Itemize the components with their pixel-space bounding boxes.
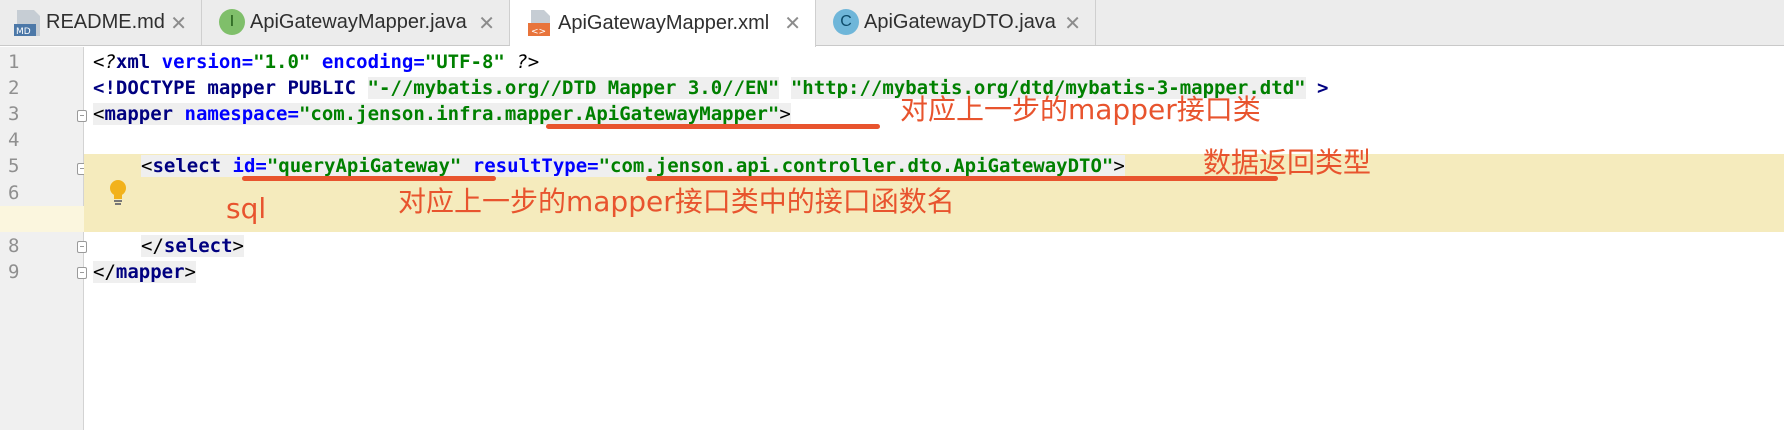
tab-label: ApiGatewayMapper.java — [250, 11, 467, 33]
line-number: 9 — [8, 261, 20, 283]
line-number: 6 — [8, 182, 20, 204]
xml-file-icon: <> — [528, 10, 550, 37]
close-tab-icon[interactable]: ✕ — [170, 11, 187, 36]
lightbulb-icon[interactable] — [106, 178, 130, 208]
line-number: 4 — [8, 129, 20, 151]
line-number: 2 — [8, 77, 20, 99]
svg-text:<>: <> — [531, 27, 546, 37]
line-number: 1 — [8, 51, 20, 73]
annotation-sql: sql — [226, 192, 267, 225]
annotation-return-type: 数据返回类型 — [1203, 146, 1372, 179]
tab-label: ApiGatewayDTO.java — [864, 11, 1056, 33]
annotation-underline-namespace — [546, 124, 880, 129]
tab-apigatewaymapper-java[interactable]: I ApiGatewayMapper.java ✕ — [202, 0, 510, 45]
interface-icon: I — [219, 9, 245, 35]
close-tab-icon[interactable]: ✕ — [478, 11, 495, 36]
tab-readme-md[interactable]: MD README.md ✕ — [0, 0, 202, 45]
code-line-9: </mapper> — [93, 261, 196, 283]
line-number-gutter[interactable]: 1 2 3 4 5 6 7 8 9 — [0, 47, 87, 430]
tab-label: README.md — [46, 11, 165, 33]
line-number: 3 — [8, 103, 20, 125]
tab-apigatewaydto-java[interactable]: C ApiGatewayDTO.java ✕ — [816, 0, 1096, 45]
markdown-file-icon: MD — [14, 10, 40, 37]
class-icon: C — [833, 9, 859, 35]
annotation-interface-function: 对应上一步的mapper接口类中的接口函数名 — [398, 185, 955, 218]
line-number: 5 — [8, 155, 20, 177]
caret-line-highlight — [0, 206, 84, 232]
tab-apigatewaymapper-xml[interactable]: <> ApiGatewayMapper.xml ✕ — [510, 0, 816, 47]
line-number: 8 — [8, 235, 20, 257]
svg-text:MD: MD — [16, 27, 31, 37]
close-tab-icon[interactable]: ✕ — [784, 11, 801, 36]
annotation-mapper-interface: 对应上一步的mapper接口类 — [900, 93, 1261, 126]
editor-tab-bar: MD README.md ✕ I ApiGatewayMapper.java ✕… — [0, 0, 1784, 47]
code-line-8: </select> — [141, 235, 244, 257]
tab-label: ApiGatewayMapper.xml — [558, 12, 770, 34]
code-line-1: <?xml version="1.0" encoding="UTF-8" ?> — [93, 51, 540, 73]
close-tab-icon[interactable]: ✕ — [1064, 11, 1081, 36]
